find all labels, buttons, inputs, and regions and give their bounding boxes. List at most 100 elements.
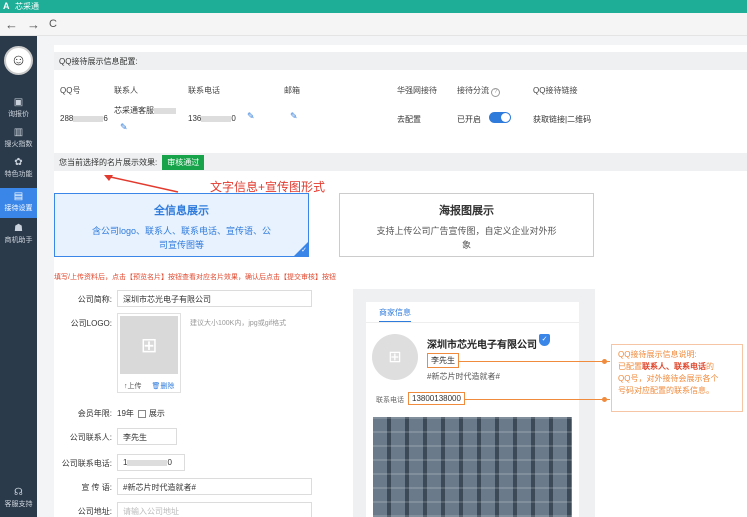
qq-suffix: 6: [103, 114, 108, 123]
column-header-phone: 联系电话: [188, 86, 220, 95]
logo-hint: 建议大小100K内，jpg或gif格式: [190, 320, 287, 327]
sidebar-item-features[interactable]: ✿ 特色功能: [0, 154, 37, 184]
slogan-input[interactable]: #新芯片时代造就者#: [117, 478, 312, 495]
note-line: QQ接待展示信息说明:: [618, 350, 697, 359]
qq-section-header: QQ接待展示信息配置:: [54, 52, 747, 70]
logo-label: 公司LOGO:: [70, 319, 112, 328]
sidebar-item-support[interactable]: ☊ 客服支持: [0, 484, 37, 514]
display-section-header: 您当前选择的名片展示效果: 审核通过: [54, 153, 747, 171]
edit-phone-icon[interactable]: ✎: [247, 111, 255, 122]
delete-label: 删除: [160, 383, 175, 390]
address-label: 公司地址:: [77, 507, 112, 516]
card-desc: 支持上传公司广告宣传图，自定义企业对外形象: [376, 226, 557, 250]
card-title: 全信息展示: [154, 205, 209, 217]
selected-check-icon: ✓: [294, 242, 308, 256]
preview-tel-label: 联系电话: [376, 397, 404, 404]
user-avatar[interactable]: ☺: [4, 46, 33, 75]
show-label: 展示: [148, 409, 165, 418]
chart-icon: ▥: [13, 127, 24, 138]
preview-company-name: 深圳市芯光电子有限公司: [427, 340, 537, 351]
member-years-label: 会员年限:: [77, 409, 112, 418]
image-placeholder-icon: ⊞: [372, 334, 418, 380]
callout-dot: [602, 359, 607, 364]
slogan-label: 宣 传 语:: [81, 483, 112, 492]
note-line: 已配置联系人、联系电话的: [618, 361, 736, 373]
sidebar-item-assistant[interactable]: ☗ 商机助手: [0, 220, 37, 250]
nav-bar: ← → C: [0, 13, 747, 36]
instruction-tip: 填写/上传资料后，点击【预览名片】按钮查看对应名片效果，确认后点击【提交审核】按…: [54, 274, 336, 281]
contact-input[interactable]: 李先生: [117, 428, 177, 445]
preview-tab[interactable]: 商家信息: [379, 307, 411, 323]
note-text: 已配置: [618, 362, 642, 371]
warehouse-photo: [373, 417, 572, 517]
verified-shield-icon: ✓: [539, 334, 550, 346]
preview-contact-name: 李先生: [427, 353, 459, 368]
edit-email-icon[interactable]: ✎: [290, 111, 298, 122]
app-title: 芯采通: [15, 2, 39, 11]
info-note: QQ接待展示信息说明: 已配置联系人、联系电话的 QQ号，对外接待会展示各个 号…: [611, 344, 743, 412]
masked-value: [154, 107, 176, 114]
member-years-row: 19年 展示: [117, 408, 165, 419]
edit-contact-icon[interactable]: ✎: [120, 122, 128, 133]
help-icon[interactable]: ?: [491, 88, 501, 97]
reception-icon: ▤: [13, 191, 24, 202]
phone-label: 公司联系电话:: [61, 459, 112, 468]
contact-name: 芯采通客服: [114, 106, 154, 115]
phone-suffix: 0: [231, 114, 236, 123]
title-bar: A 芯采通: [0, 0, 747, 13]
sidebar-item-label: 客服支持: [4, 501, 33, 508]
cell-phone: 136 0: [188, 114, 236, 123]
refresh-icon[interactable]: C: [49, 18, 57, 30]
sidebar: ☺ ▣ 询报价 ▥ 搜火指数 ✿ 特色功能 ▤ 接待设置 ☗ 商机助手 ☊ 客服…: [0, 36, 37, 517]
qq-table: QQ号 联系人 联系电话 邮箱 华强网接待 接待分流 ? QQ接待链接 288 6…: [54, 76, 747, 142]
callout-line: [464, 399, 610, 400]
cell-contact: 芯采通客服: [114, 105, 176, 116]
sidebar-item-quote[interactable]: ▣ 询报价: [0, 94, 37, 124]
sidebar-item-label: 特色功能: [4, 171, 33, 178]
note-emphasis: 联系人、联系电话: [642, 362, 706, 371]
status-badge: 审核通过: [162, 154, 205, 170]
card-desc: 含公司logo、联系人、联系电话、宣传语、公司宣传图等: [91, 226, 272, 250]
split-header-label: 接待分流: [457, 86, 489, 95]
delete-button[interactable]: 🗑删除: [151, 383, 174, 390]
logo-upload: ⊞ ↑上传 🗑删除: [117, 313, 181, 393]
column-header-qq: QQ号: [60, 86, 81, 95]
sidebar-item-index[interactable]: ▥ 搜火指数: [0, 124, 37, 154]
card-full-info[interactable]: 全信息展示 含公司logo、联系人、联系电话、宣传语、公司宣传图等 ✓: [54, 193, 309, 257]
column-header-contact: 联系人: [114, 86, 138, 95]
qq-section-title: QQ接待展示信息配置:: [59, 56, 138, 66]
support-icon: ☊: [14, 487, 23, 498]
display-section-label: 您当前选择的名片展示效果:: [59, 157, 158, 167]
callout-line: [458, 361, 610, 362]
masked-value: [127, 459, 168, 466]
preview-tel: 13800138000: [408, 392, 465, 405]
callout-dot: [602, 397, 607, 402]
qq-prefix: 288: [60, 114, 74, 123]
masked-value: [201, 115, 232, 122]
sidebar-item-label: 询报价: [8, 111, 29, 118]
column-header-hq-reception: 华强网接待: [397, 86, 437, 95]
divider: [366, 322, 579, 323]
column-header-email: 邮箱: [284, 86, 300, 95]
split-toggle[interactable]: [489, 112, 511, 123]
address-input[interactable]: 请输入公司地址: [117, 502, 312, 517]
qq-link-actions[interactable]: 获取链接|二维码: [533, 114, 591, 125]
card-poster[interactable]: 海报图展示 支持上传公司广告宣传图，自定义企业对外形象: [339, 193, 594, 257]
back-icon[interactable]: ←: [5, 17, 18, 32]
configure-link[interactable]: 去配置: [397, 114, 421, 125]
company-name-label: 公司简称:: [77, 295, 112, 304]
app-logo-icon: A: [3, 1, 10, 11]
forward-icon[interactable]: →: [27, 17, 40, 32]
phone-suffix: 0: [167, 458, 172, 467]
show-checkbox[interactable]: [137, 409, 146, 418]
contact-label: 公司联系人:: [69, 433, 112, 442]
upload-button[interactable]: ↑上传: [124, 383, 142, 390]
cell-qq: 288 6: [60, 114, 108, 123]
phone-input[interactable]: 10: [117, 454, 185, 471]
note-text: 的: [706, 362, 714, 371]
company-name-input[interactable]: 深圳市芯光电子有限公司: [117, 290, 312, 307]
member-years-value: 19年: [117, 409, 134, 418]
features-icon: ✿: [14, 157, 23, 168]
sidebar-item-reception[interactable]: ▤ 接待设置: [0, 188, 37, 218]
card-title: 海报图展示: [439, 205, 494, 217]
